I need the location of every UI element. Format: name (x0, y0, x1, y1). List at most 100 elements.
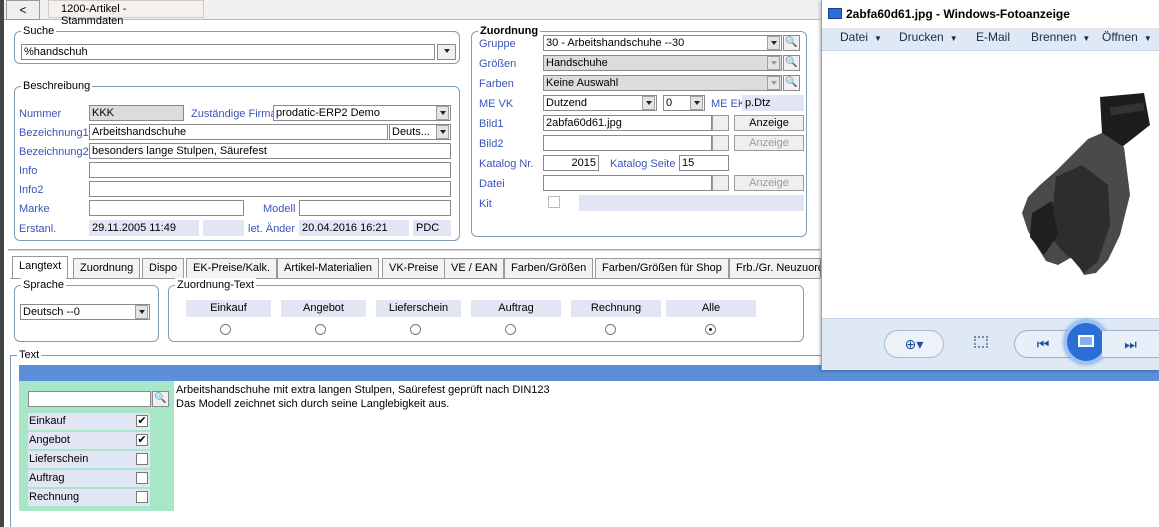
gruppe-search-button[interactable]: 🔍 (783, 35, 800, 51)
mevk-select[interactable]: Dutzend (543, 95, 657, 111)
tab-farben-groessen[interactable]: Farben/Größen (504, 258, 594, 278)
check-row-einkauf[interactable]: Einkauf ✔ (28, 413, 150, 430)
bild1-anzeige-button[interactable]: Anzeige (734, 115, 804, 131)
zt-einkauf[interactable]: Einkauf (186, 300, 271, 317)
check-label: Auftrag (29, 472, 65, 484)
language-select[interactable]: Deuts... (389, 124, 451, 140)
search-dropdown-button[interactable] (437, 44, 456, 60)
form-tab-title[interactable]: 1200-Artikel - Stammdaten (48, 0, 204, 27)
bez1-field[interactable]: Arbeitshandschuhe (89, 124, 388, 140)
glove-photo-icon (1022, 93, 1150, 275)
checkbox-rechnung[interactable] (136, 491, 148, 503)
tab-artikel-materialien[interactable]: Artikel-Materialien (277, 258, 380, 278)
checkbox-lieferschein[interactable] (136, 453, 148, 465)
modell-field[interactable] (299, 200, 451, 216)
menu-oeffnen[interactable]: Öffnen ▼ (1102, 30, 1152, 44)
text-search-button[interactable]: 🔍 (152, 391, 169, 407)
meek-value: p.Dtz (742, 95, 804, 111)
bild2-field[interactable] (543, 135, 712, 151)
groessen-search-button[interactable]: 🔍 (783, 55, 800, 71)
fit-window-icon[interactable] (974, 336, 988, 348)
datei-anzeige-button[interactable]: Anzeige (734, 175, 804, 191)
check-row-rechnung[interactable]: Rechnung (28, 489, 150, 506)
checkbox-auftrag[interactable] (136, 472, 148, 484)
letaend-label: let. Änder (248, 223, 296, 235)
radio-angebot[interactable] (315, 324, 326, 335)
tab-langtext[interactable]: Langtext (12, 256, 69, 278)
sprache-title: Sprache (21, 278, 66, 292)
mevk-num-select[interactable]: 0 (663, 95, 705, 111)
menu-drucken-label: Drucken (899, 30, 944, 44)
radio-einkauf[interactable] (220, 324, 231, 335)
chevron-down-icon (767, 56, 780, 70)
datei-label: Datei (479, 178, 505, 190)
zt-angebot[interactable]: Angebot (281, 300, 366, 317)
check-label: Lieferschein (29, 453, 89, 465)
text-search-input[interactable] (28, 391, 151, 407)
modell-label: Modell (263, 203, 296, 215)
datei-field[interactable] (543, 175, 712, 191)
zt-auftrag[interactable]: Auftrag (471, 300, 561, 317)
tab-vk-preise[interactable]: VK-Preise (382, 258, 446, 278)
radio-auftrag[interactable] (505, 324, 516, 335)
datei-browse-button[interactable] (712, 175, 729, 191)
bild1-browse-button[interactable] (712, 115, 729, 131)
marke-field[interactable] (89, 200, 244, 216)
zt-rechnung[interactable]: Rechnung (571, 300, 661, 317)
kit-checkbox[interactable] (548, 196, 560, 208)
firma-select[interactable]: prodatic-ERP2 Demo (273, 105, 451, 121)
menu-drucken[interactable]: Drucken ▼ (899, 30, 958, 44)
tab-dispo[interactable]: Dispo (142, 258, 185, 278)
bez2-field[interactable]: besonders lange Stulpen, Säurefest (89, 143, 451, 159)
back-button[interactable]: < (6, 0, 40, 20)
search-input[interactable]: %handschuh (21, 44, 435, 60)
bild1-field[interactable]: 2abfa60d61.jpg (543, 115, 712, 131)
zt-lieferschein[interactable]: Lieferschein (376, 300, 461, 317)
menu-email[interactable]: E-Mail (976, 30, 1010, 44)
chevron-down-icon (642, 96, 655, 110)
katalog-field[interactable]: 2015 (543, 155, 599, 171)
tab-ek-preise[interactable]: EK-Preise/Kalk. (186, 258, 278, 278)
bild2-browse-button[interactable] (712, 135, 729, 151)
check-label: Einkauf (29, 415, 66, 427)
tab-neuzuord[interactable]: Frb./Gr. Neuzuord (729, 258, 821, 278)
zt-alle[interactable]: Alle (666, 300, 756, 317)
chevron-down-icon (441, 45, 454, 59)
radio-alle[interactable] (705, 324, 716, 335)
sprache-select[interactable]: Deutsch --0 (20, 304, 150, 320)
beschreibung-title: Beschreibung (21, 79, 93, 93)
chevron-down-icon (690, 96, 703, 110)
farben-search-button[interactable]: 🔍 (783, 75, 800, 91)
checkbox-angebot[interactable]: ✔ (136, 434, 148, 446)
menu-brennen[interactable]: Brennen ▼ (1031, 30, 1090, 44)
nummer-field[interactable]: KKK (89, 105, 184, 121)
kseite-field[interactable]: 15 (679, 155, 729, 171)
farben-select[interactable]: Keine Auswahl (543, 75, 782, 91)
letaend-value: 20.04.2016 16:21 (299, 220, 409, 236)
erstanl-user (203, 220, 244, 236)
info-field[interactable] (89, 162, 451, 178)
tab-farben-groessen-shop[interactable]: Farben/Größen für Shop (595, 258, 729, 278)
kseite-label: Katalog Seite (610, 158, 676, 170)
chevron-down-icon (436, 106, 449, 120)
chevron-down-icon (135, 305, 148, 319)
radio-lieferschein[interactable] (410, 324, 421, 335)
check-row-lieferschein[interactable]: Lieferschein (28, 451, 150, 468)
tab-zuordnung[interactable]: Zuordnung (73, 258, 141, 278)
menu-datei[interactable]: Datei ▼ (840, 30, 882, 44)
langtext-editor[interactable]: Arbeitshandschuhe mit extra langen Stulp… (176, 383, 816, 511)
viewer-title: 2abfa60d61.jpg - Windows-Fotoanzeige (846, 7, 1070, 21)
zoom-button[interactable]: ⊕▾ (884, 330, 944, 358)
tab-ve-ean[interactable]: VE / EAN (444, 258, 505, 278)
check-row-angebot[interactable]: Angebot ✔ (28, 432, 150, 449)
info-label: Info (19, 165, 38, 177)
bild2-anzeige-button[interactable]: Anzeige (734, 135, 804, 151)
groessen-select[interactable]: Handschuhe (543, 55, 782, 71)
info2-field[interactable] (89, 181, 451, 197)
checkbox-einkauf[interactable]: ✔ (136, 415, 148, 427)
radio-rechnung[interactable] (605, 324, 616, 335)
gruppe-select[interactable]: 30 - Arbeitshandschuhe --30 (543, 35, 782, 51)
groessen-label: Größen (479, 58, 517, 70)
check-row-auftrag[interactable]: Auftrag (28, 470, 150, 487)
next-button[interactable]: ⏭ (1102, 330, 1159, 358)
